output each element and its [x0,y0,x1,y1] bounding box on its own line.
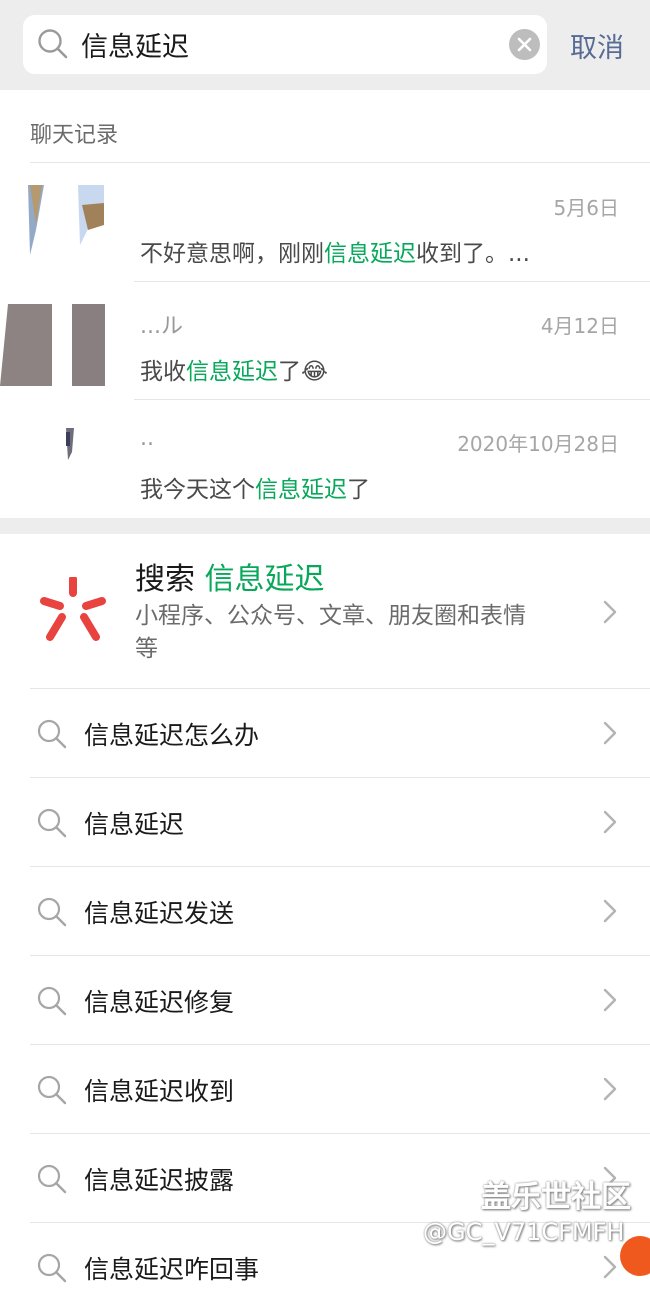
snippet-highlight: 信息延迟 [255,477,347,503]
search-card-subtitle: 小程序、公众号、文章、朋友圈和表情等 [135,603,526,662]
chevron-right-icon [603,988,617,1012]
cancel-button[interactable]: 取消 [570,26,624,65]
suggestion-row[interactable]: 信息延迟发送 [0,867,650,956]
search-icon [37,897,67,927]
snippet-text: 我收 [140,359,186,385]
snippet-text: 不好意思啊，刚刚 [140,241,324,267]
search-card-prefix: 搜索 [135,562,195,597]
search-input[interactable] [81,23,491,65]
chat-record-row[interactable]: .. 2020年10月28日 我今天这个信息延迟了 [0,400,650,518]
search-icon [37,719,67,749]
suggestion-row[interactable]: 信息延迟怎么办 [0,689,650,778]
search-icon [37,1075,67,1105]
chat-record-row[interactable]: ...ル 4月12日 我收信息延迟了😂 [0,282,650,400]
avatar [0,422,105,512]
chat-contact-name: ...ル [140,314,183,339]
chat-date: 4月12日 [540,314,619,338]
suggestion-label: 信息延迟披露 [84,1166,235,1195]
suggestion-label: 信息延迟收到 [84,1077,235,1106]
search-card-title: 搜索 信息延迟 [135,554,325,598]
suggestion-label: 信息延迟 [84,810,185,839]
chat-date: 2020年10月28日 [457,432,619,456]
mini-program-logo-icon [40,577,106,641]
close-icon [517,37,532,52]
search-card-keyword: 信息延迟 [204,562,325,597]
snippet-highlight: 信息延迟 [186,359,278,385]
suggestion-label: 信息延迟咋回事 [84,1255,260,1284]
snippet-text: 了😂 [278,359,328,385]
chevron-right-icon [603,600,617,624]
watermark-user: @GC_V71CFMFH [423,1218,625,1246]
avatar [0,304,105,394]
chat-snippet: 不好意思啊，刚刚信息延迟收到了。... [140,234,530,268]
search-icon [38,29,68,59]
avatar [0,185,105,275]
chevron-right-icon [603,899,617,923]
chevron-right-icon [603,1255,617,1279]
snippet-text: 收到了。... [416,241,530,267]
search-icon [37,1253,67,1283]
chat-snippet: 我收信息延迟了😂 [140,352,328,386]
suggestion-label: 信息延迟怎么办 [84,721,260,750]
snippet-text: 了 [347,477,370,503]
snippet-text: 我今天这个 [140,477,255,503]
snippet-highlight: 信息延迟 [324,241,416,267]
suggestion-row[interactable]: 信息延迟修复 [0,956,650,1045]
search-icon [37,808,67,838]
search-icon [37,986,67,1016]
chevron-right-icon [603,721,617,745]
section-gap [0,518,650,534]
search-header: 取消 [0,0,650,90]
suggestion-label: 信息延迟修复 [84,988,235,1017]
chat-snippet: 我今天这个信息延迟了 [140,470,370,504]
chat-records-title: 聊天记录 [30,123,119,148]
chat-date: 5月6日 [553,196,619,220]
search-box[interactable] [23,15,547,74]
chat-record-row[interactable]: 5月6日 不好意思啊，刚刚信息延迟收到了。... [0,164,650,282]
clear-button[interactable] [509,29,540,60]
chevron-right-icon [603,1077,617,1101]
suggestion-row[interactable]: 信息延迟 [0,778,650,867]
chat-contact-name: .. [140,426,154,451]
search-icon [37,1164,67,1194]
chevron-right-icon [603,810,617,834]
suggestion-label: 信息延迟发送 [84,899,235,928]
divider [30,162,650,163]
watermark-site: 盖乐世社区 [481,1180,631,1215]
suggestion-row[interactable]: 信息延迟收到 [0,1045,650,1134]
